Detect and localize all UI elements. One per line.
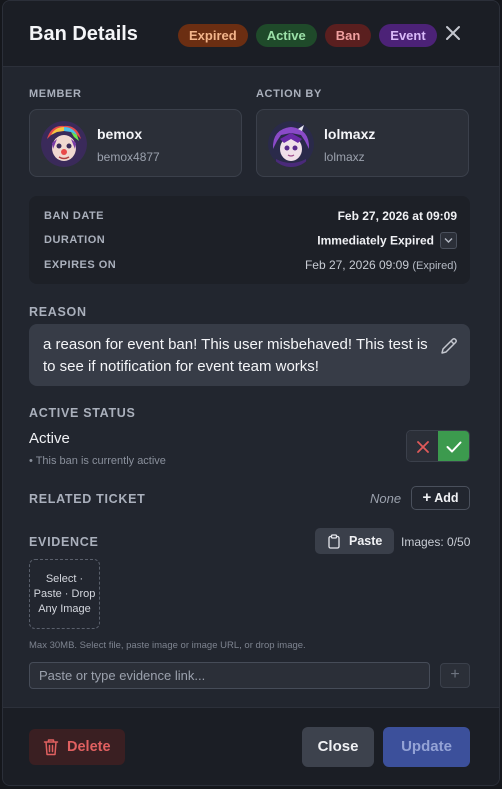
ban-badge: Ban (324, 24, 372, 47)
delete-button[interactable]: Delete (29, 729, 125, 765)
update-button[interactable]: Update (383, 727, 470, 767)
member-card[interactable]: bemox bemox4877 (29, 109, 242, 177)
active-toggle (406, 430, 470, 462)
related-ticket-value: None (370, 491, 402, 506)
drop-line-1: Select · (45, 573, 84, 585)
images-count: Images: 0/50 (401, 535, 471, 549)
drop-line-3: Any Image (38, 603, 91, 615)
chevron-down-icon[interactable] (440, 232, 457, 249)
delete-label: Delete (67, 739, 111, 755)
duration-value: Immediately Expired (317, 233, 434, 248)
reason-label: REASON (29, 305, 87, 319)
expires-row: EXPIRES ON Feb 27, 2026 09:09 (Expired) (29, 255, 470, 275)
active-status-sub: • This ban is currently active (29, 455, 166, 467)
duration-label: DURATION (44, 234, 106, 246)
active-status-label: ACTIVE STATUS (29, 406, 136, 420)
evidence-link-input[interactable] (29, 662, 430, 689)
active-badge: Active (255, 24, 317, 47)
edit-icon[interactable] (439, 336, 459, 356)
reason-text: a reason for event ban! This user misbeh… (43, 336, 428, 375)
clipboard-icon (328, 534, 340, 549)
duration-row: DURATION Immediately Expired (29, 230, 470, 250)
action-by-tag: lolmaxz (324, 150, 365, 164)
member-tag: bemox4877 (97, 150, 160, 164)
trash-icon (43, 739, 59, 756)
event-badge: Event (379, 24, 437, 47)
active-status-value: Active (29, 430, 70, 447)
action-by-card[interactable]: lolmaxz lolmaxz (256, 109, 469, 177)
ban-details-modal: Ban Details Expired Active Ban Event MEM… (2, 0, 500, 786)
action-by-avatar (268, 121, 314, 167)
related-ticket-label: RELATED TICKET (29, 492, 146, 506)
expires-value: Feb 27, 2026 09:09 (304, 258, 410, 272)
reason-box: a reason for event ban! This user misbeh… (29, 324, 470, 386)
add-ticket-button[interactable]: + Add (411, 486, 470, 510)
member-name: bemox (97, 126, 143, 142)
add-ticket-label: Add (434, 491, 459, 505)
modal-title: Ban Details (29, 23, 138, 45)
close-icon[interactable] (442, 23, 464, 45)
paste-label: Paste (349, 534, 383, 548)
image-drop-zone[interactable]: Select · Paste · Drop Any Image (29, 559, 100, 629)
ban-date-label: BAN DATE (44, 210, 105, 222)
expires-note: (Expired) (412, 260, 457, 272)
paste-button[interactable]: Paste (315, 528, 394, 554)
member-avatar (41, 121, 87, 167)
evidence-help-text: Max 30MB. Select file, paste image or im… (29, 640, 306, 651)
ban-date-row: BAN DATE Feb 27, 2026 at 09:09 (29, 206, 470, 226)
action-by-label: ACTION BY (256, 88, 322, 100)
expired-badge: Expired (178, 24, 248, 47)
modal-footer: Delete Close Update (3, 707, 499, 785)
drop-line-2: Paste · Drop (33, 588, 96, 600)
deactivate-button[interactable] (407, 431, 438, 461)
ban-date-value: Feb 27, 2026 at 09:09 (337, 209, 457, 223)
evidence-label: EVIDENCE (29, 535, 99, 549)
expires-value-wrap: Feb 27, 2026 09:09 (Expired) (305, 258, 457, 272)
status-badges: Expired Active Ban Event (178, 24, 437, 47)
ban-info-box: BAN DATE Feb 27, 2026 at 09:09 DURATION … (29, 196, 470, 284)
duration-value-wrap: Immediately Expired (317, 232, 457, 250)
add-link-button[interactable]: + (440, 663, 470, 688)
plus-icon: + (422, 489, 432, 506)
activate-button[interactable] (438, 431, 469, 461)
expires-label: EXPIRES ON (44, 259, 117, 271)
close-button[interactable]: Close (302, 727, 374, 767)
member-label: MEMBER (29, 88, 82, 100)
modal-header: Ban Details Expired Active Ban Event (3, 1, 499, 67)
action-by-name: lolmaxz (324, 126, 376, 142)
